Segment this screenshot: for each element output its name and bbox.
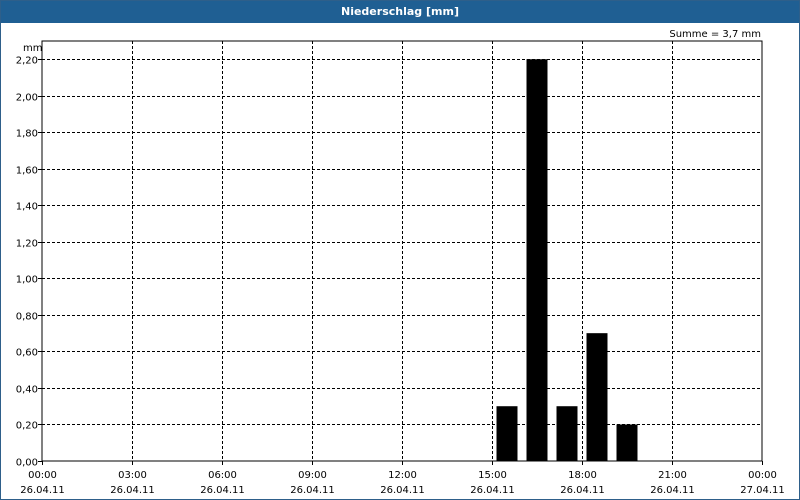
x-tick-time-label: 12:00 <box>388 470 417 481</box>
y-tick-label: 0,80 <box>16 312 38 323</box>
x-tick-date-label: 26.04.11 <box>290 485 335 496</box>
y-axis-unit-label: mm <box>23 43 42 54</box>
y-tick-label: 0,60 <box>16 348 38 359</box>
y-tick-label: 1,20 <box>16 239 38 250</box>
chart-title: Niederschlag [mm] <box>1 1 799 23</box>
bar <box>586 333 608 461</box>
chart-window: Niederschlag [mm] Summe = 3,7 mm mm 0,00… <box>0 0 800 500</box>
x-tick-date-label: 27.04.11 <box>740 485 785 496</box>
y-tick-label: 0,00 <box>16 458 38 469</box>
y-tick-label: 0,20 <box>16 421 38 432</box>
x-tick-time-label: 15:00 <box>478 470 507 481</box>
x-tick-date-label: 26.04.11 <box>650 485 695 496</box>
x-tick-date-label: 26.04.11 <box>470 485 515 496</box>
y-tick-labels: 0,00 0,20 0,40 0,60 0,80 1,00 1,20 1,40 1,60 1,80… <box>16 56 42 469</box>
x-tick-date-label: 26.04.11 <box>380 485 425 496</box>
x-tick-time-label: 06:00 <box>208 470 237 481</box>
x-tick-date-label: 26.04.11 <box>560 485 605 496</box>
grid-lines <box>42 41 762 461</box>
y-tick-label: 1,80 <box>16 129 38 140</box>
x-tick-time-label: 00:00 <box>748 470 777 481</box>
bar <box>616 424 638 461</box>
x-tick-time-label: 18:00 <box>568 470 597 481</box>
x-tick-time-label: 09:00 <box>298 470 327 481</box>
x-tick-time-label: 00:00 <box>28 470 57 481</box>
x-tick-date-label: 26.04.11 <box>200 485 245 496</box>
bar <box>526 59 548 462</box>
y-tick-label: 1,00 <box>16 275 38 286</box>
sum-annotation: Summe = 3,7 mm <box>669 29 761 40</box>
y-tick-label: 1,40 <box>16 202 38 213</box>
bar <box>556 406 578 461</box>
precipitation-chart: Summe = 3,7 mm mm 0,00 0,20 0,40 0,60 0,80 1,… <box>16 29 785 496</box>
x-tick-labels: 00:00 26.04.11 03:00 26.04.11 06:00 26.04.11 0… <box>20 461 785 496</box>
x-tick-time-label: 21:00 <box>658 470 687 481</box>
bar-group <box>496 59 638 462</box>
x-tick-time-label: 03:00 <box>118 470 147 481</box>
bar <box>496 406 518 461</box>
x-tick-date-label: 26.04.11 <box>20 485 65 496</box>
y-tick-label: 0,40 <box>16 385 38 396</box>
x-tick-date-label: 26.04.11 <box>110 485 155 496</box>
y-tick-label: 2,20 <box>16 56 38 67</box>
y-tick-label: 2,00 <box>16 93 38 104</box>
y-tick-label: 1,60 <box>16 166 38 177</box>
